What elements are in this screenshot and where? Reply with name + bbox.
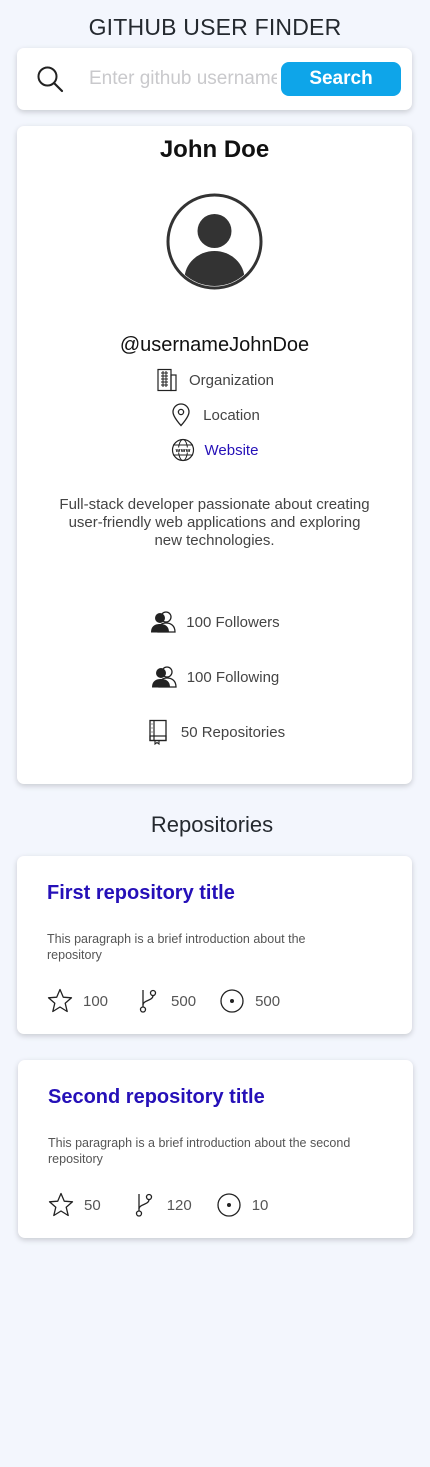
search-input[interactable] <box>89 64 277 94</box>
website-row: www Website <box>17 438 412 462</box>
search-icon[interactable] <box>36 65 64 93</box>
issues-count: 10 <box>251 1196 269 1214</box>
user-avatar-icon <box>166 193 263 290</box>
followers-row: 100 Followers <box>17 609 412 635</box>
star-icon <box>48 1192 74 1218</box>
repo-forks: 120 <box>131 1192 192 1218</box>
website-link[interactable]: Website <box>205 442 259 459</box>
organization-row: Organization <box>17 368 412 392</box>
repo-title-link[interactable]: First repository title <box>47 882 235 905</box>
repo-stars: 100 <box>47 988 108 1014</box>
location-text: Location <box>203 406 260 424</box>
repo-issues: 10 <box>216 1192 269 1218</box>
star-icon <box>47 988 73 1014</box>
repository-book-icon <box>144 719 172 745</box>
fork-branch-icon <box>135 988 161 1014</box>
search-button[interactable]: Search <box>281 62 401 96</box>
repo-card[interactable]: Second repository title This paragraph i… <box>18 1060 413 1238</box>
globe-www-icon: www <box>171 438 195 462</box>
building-icon <box>155 368 179 392</box>
stars-count: 50 <box>84 1196 101 1214</box>
search-bar: Search <box>17 48 412 110</box>
repo-stars: 50 <box>48 1192 101 1218</box>
organization-text: Organization <box>188 371 275 389</box>
repo-card[interactable]: First repository title This paragraph is… <box>17 856 412 1034</box>
repositories-count: 50 Repositories <box>180 723 286 741</box>
repo-forks: 500 <box>135 988 196 1014</box>
followers-icon <box>149 609 177 635</box>
forks-count: 120 <box>166 1196 192 1214</box>
repo-issues: 500 <box>219 988 280 1014</box>
issues-count: 500 <box>255 992 281 1010</box>
following-icon <box>150 664 178 690</box>
issue-circle-dot-icon <box>219 988 245 1014</box>
repo-description: This paragraph is a brief introduction a… <box>48 1136 351 1166</box>
svg-text:www: www <box>175 448 190 454</box>
profile-card: John Doe @usernameJohnDoe Organization L… <box>17 126 412 784</box>
profile-bio: Full-stack developer passionate about cr… <box>59 496 370 549</box>
repo-stats: 100 500 500 <box>47 988 280 1014</box>
forks-count: 500 <box>171 992 197 1010</box>
repo-stats: 50 120 10 <box>48 1192 268 1218</box>
repo-description: This paragraph is a brief introduction a… <box>47 932 306 962</box>
issue-circle-dot-icon <box>216 1192 242 1218</box>
repositories-section-title: Repositories <box>150 812 274 837</box>
following-row: 100 Following <box>17 664 412 690</box>
location-row: Location <box>17 403 412 427</box>
stars-count: 100 <box>83 992 109 1010</box>
repositories-row: 50 Repositories <box>17 719 412 745</box>
avatar <box>166 193 263 290</box>
followers-count: 100 Followers <box>186 613 280 631</box>
repo-title-link[interactable]: Second repository title <box>48 1086 265 1109</box>
location-pin-icon <box>169 403 193 427</box>
profile-name: John Doe <box>159 136 270 163</box>
app-title: GITHUB USER FINDER <box>88 14 342 40</box>
username: @usernameJohnDoe <box>119 334 310 356</box>
following-count: 100 Following <box>186 668 280 686</box>
fork-branch-icon <box>131 1192 157 1218</box>
